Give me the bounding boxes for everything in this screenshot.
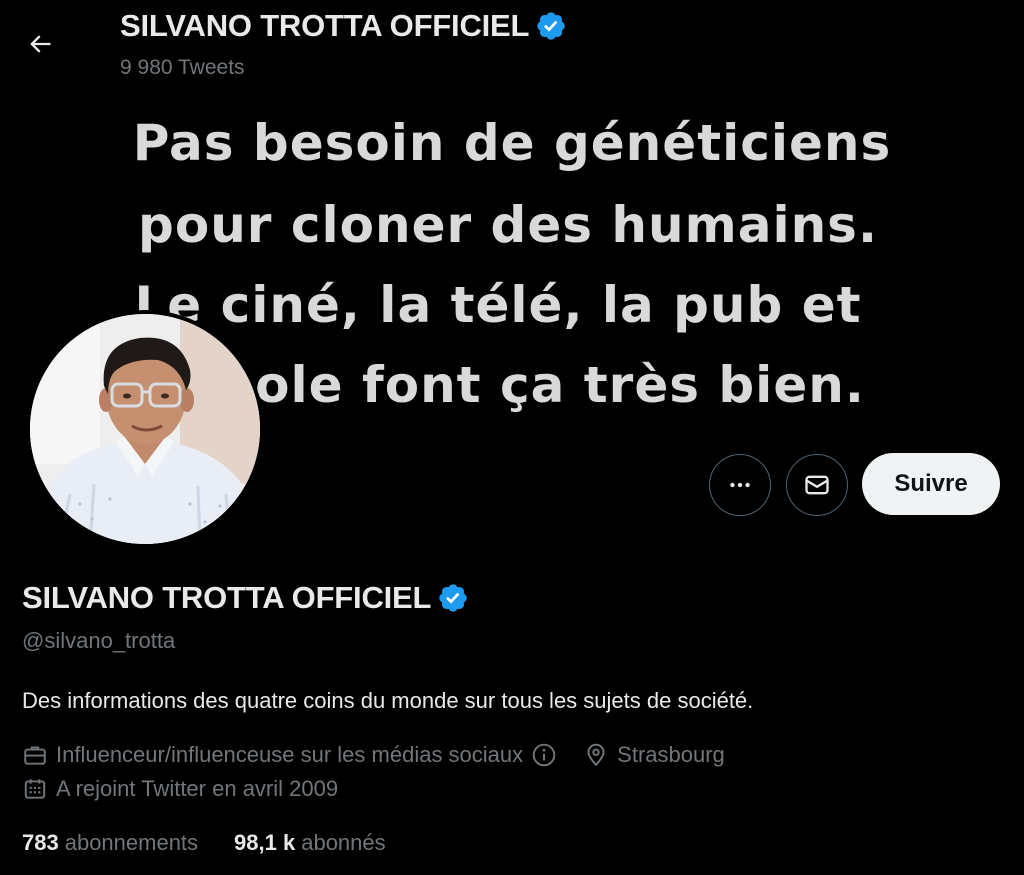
verified-badge-icon [537, 12, 565, 40]
profile-bio: Des informations des quatre coins du mon… [22, 688, 754, 713]
back-button[interactable] [18, 22, 62, 66]
envelope-icon [805, 475, 829, 495]
header-title: SILVANO TROTTA OFFICIEL [120, 8, 567, 44]
profile-header: SILVANO TROTTA OFFICIEL 9 980 Tweets [0, 0, 1024, 100]
arrow-left-icon [30, 35, 51, 53]
follow-button[interactable]: Suivre [862, 453, 1000, 515]
profile-location-label: Strasbourg [617, 742, 725, 767]
profile-handle: @silvano_trotta [22, 628, 176, 653]
verified-badge-icon[interactable] [437, 582, 469, 614]
profile-display-name: SILVANO TROTTA OFFICIEL [22, 580, 469, 616]
profile-category: Influenceur/influenceuse sur les médias … [22, 742, 523, 768]
banner-text-line: pour cloner des humains. [138, 196, 878, 254]
location-pin-icon [587, 743, 605, 767]
avatar[interactable] [26, 310, 264, 548]
followers-count: 98,1 k [234, 830, 296, 855]
avatar-photo [30, 314, 260, 544]
more-horizontal-icon [730, 482, 750, 488]
followers-link[interactable]: 98,1 k abonnés [234, 830, 386, 856]
following-count: 783 [22, 830, 59, 855]
following-link[interactable]: 783 abonnements [22, 830, 198, 856]
briefcase-icon [24, 746, 46, 765]
profile-joined: A rejoint Twitter en avril 2009 [22, 776, 338, 802]
category-info-button[interactable] [531, 742, 557, 768]
tweet-count: 9 980 Tweets [120, 56, 245, 79]
profile-location: Strasbourg [583, 742, 725, 768]
info-icon [532, 743, 556, 767]
display-name: SILVANO TROTTA OFFICIEL [22, 580, 432, 615]
profile-meta-row: Influenceur/influenceuse sur les médias … [22, 742, 725, 768]
profile-category-label: Influenceur/influenceuse sur les médias … [56, 742, 524, 767]
profile-meta-row: A rejoint Twitter en avril 2009 [22, 776, 338, 802]
message-button[interactable] [786, 454, 848, 516]
following-label: abonnements [64, 830, 199, 855]
profile-stats: 783 abonnements 98,1 k abonnés [22, 830, 386, 856]
calendar-icon [24, 779, 46, 799]
banner-text-line: Pas besoin de généticiens [132, 114, 892, 172]
header-name: SILVANO TROTTA OFFICIEL [120, 8, 530, 43]
profile-page: SILVANO TROTTA OFFICIEL 9 980 Tweets Pas… [0, 0, 1024, 875]
profile-joined-label: A rejoint Twitter en avril 2009 [56, 776, 339, 801]
followers-label: abonnés [301, 830, 386, 855]
more-options-button[interactable] [709, 454, 771, 516]
